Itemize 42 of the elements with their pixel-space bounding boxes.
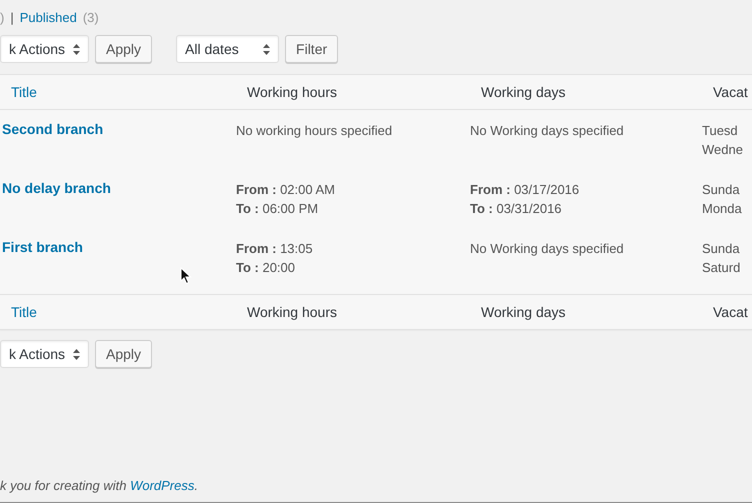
sortable-column-header[interactable]: Title [11,84,247,100]
apply-button[interactable]: Apply [95,35,152,63]
vacation-day-text: Tuesd [702,123,738,138]
vacation-day-text: Sunda [702,182,740,197]
wordpress-link[interactable]: WordPress [130,478,194,493]
mouse-pointer-icon [180,267,192,285]
vacation-day-text: Sunda [702,241,740,256]
published-filter-link[interactable]: Published [20,10,77,25]
post-count: ) [0,10,4,25]
sortable-column-header[interactable]: Title [11,304,247,320]
bulk-actions-dropdown[interactable]: k Actions [0,340,89,368]
dropdown-arrows-icon [73,348,80,360]
column-header: Vacat [713,304,749,320]
working-hours-line: No working hours specified [236,123,392,138]
branch-title-link[interactable]: No delay branch [0,180,111,196]
dropdown-arrows-icon [263,44,270,54]
bulk-actions-dropdown[interactable]: k Actions [0,35,89,63]
dropdown-arrows-icon [73,44,80,54]
working-days-line: No Working days specified [470,241,624,256]
working-days-line: From : 03/17/2016 [470,182,580,197]
separator: | [10,10,14,25]
branch-title-link[interactable]: First branch [0,239,83,255]
working-hours-line: To : 20:00 [236,260,296,275]
column-header: Working days [481,84,567,100]
date-filter-dropdown[interactable]: All dates [176,35,280,63]
working-hours-line: To : 06:00 PM [236,201,318,216]
column-header: Working days [481,304,567,320]
column-header: Working hours [247,84,338,100]
column-header: Working hours [247,304,338,320]
branch-title-link[interactable]: Second branch [0,121,104,137]
working-hours-line: From : 13:05 [236,241,313,256]
working-hours-line: From : 02:00 AM [236,182,335,197]
apply-button[interactable]: Apply [95,340,152,368]
filter-button[interactable]: Filter [285,35,338,63]
vacation-day-text: Monda [702,201,742,216]
column-header: Vacat [713,84,749,100]
post-count: (3) [82,10,99,25]
vacation-day-text: Saturd [702,260,740,275]
working-days-line: No Working days specified [470,123,624,138]
working-days-line: To : 03/31/2016 [470,201,562,216]
vacation-day-text: Wedne [702,142,743,157]
footer-credit-text: k you for creating with WordPress. [0,478,198,493]
